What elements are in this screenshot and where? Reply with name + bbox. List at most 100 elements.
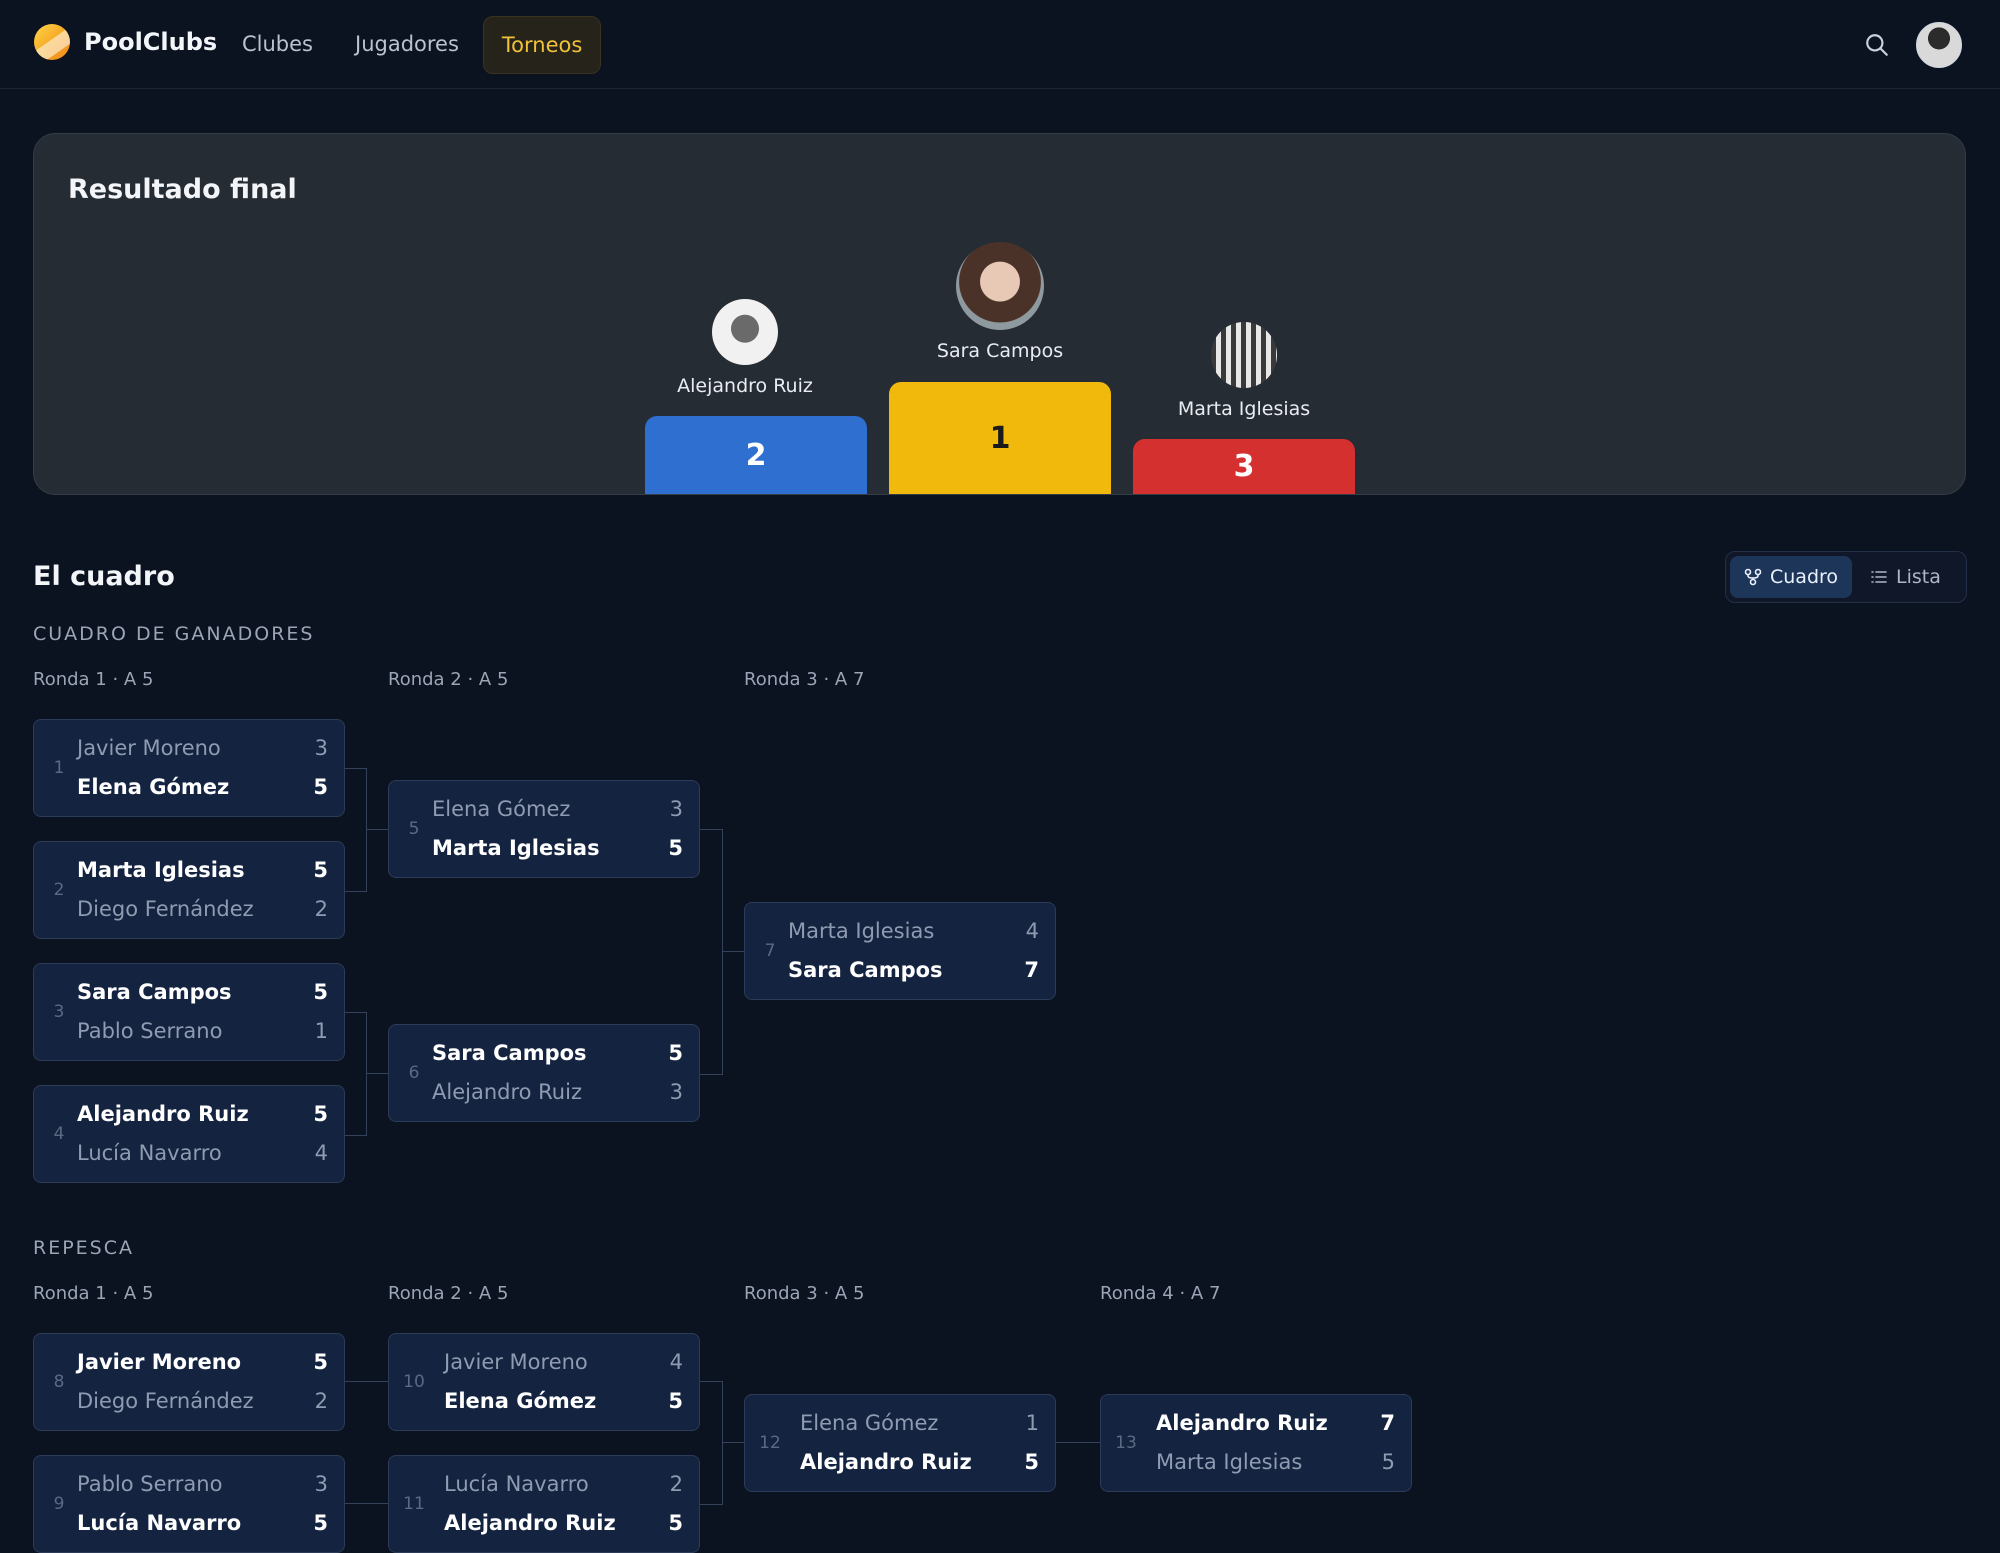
toggle-lista[interactable]: Lista bbox=[1856, 556, 1955, 598]
avatar[interactable] bbox=[1211, 322, 1277, 388]
match-card[interactable]: 6 Sara Campos 5 Alejandro Ruiz 3 bbox=[388, 1024, 700, 1122]
match-number: 4 bbox=[53, 1124, 65, 1144]
match-number: 3 bbox=[53, 1002, 65, 1022]
bracket-connector bbox=[366, 829, 388, 830]
match-card[interactable]: 4 Alejandro Ruiz 5 Lucía Navarro 4 bbox=[33, 1085, 345, 1183]
losers-round-label: Ronda 1 · A 5 bbox=[33, 1283, 154, 1304]
player-name: Pablo Serrano bbox=[77, 1019, 223, 1043]
brand[interactable]: PoolClubs bbox=[34, 24, 217, 60]
winners-bracket-label: CUADRO DE GANADORES bbox=[33, 623, 315, 645]
result-title: Resultado final bbox=[68, 174, 297, 205]
bracket-connector bbox=[1055, 1442, 1100, 1443]
match-card[interactable]: 9 Pablo Serrano 3 Lucía Navarro 5 bbox=[33, 1455, 345, 1553]
match-player-row: Pablo Serrano 3 bbox=[77, 1465, 328, 1503]
match-number: 13 bbox=[1115, 1433, 1137, 1453]
podium-first: Sara Campos bbox=[889, 242, 1111, 362]
match-number: 8 bbox=[53, 1372, 65, 1392]
podium-name-second: Alejandro Ruiz bbox=[677, 375, 813, 397]
bracket-connector bbox=[344, 768, 367, 892]
player-score: 5 bbox=[313, 1511, 328, 1535]
losers-round-label: Ronda 4 · A 7 bbox=[1100, 1283, 1221, 1304]
player-name: Elena Gómez bbox=[444, 1389, 597, 1413]
match-number: 5 bbox=[408, 819, 420, 839]
player-score: 2 bbox=[314, 897, 328, 921]
player-name: Elena Gómez bbox=[432, 797, 571, 821]
match-card[interactable]: 5 Elena Gómez 3 Marta Iglesias 5 bbox=[388, 780, 700, 878]
match-player-row: Marta Iglesias 4 bbox=[788, 912, 1039, 950]
match-card[interactable]: 3 Sara Campos 5 Pablo Serrano 1 bbox=[33, 963, 345, 1061]
player-name: Alejandro Ruiz bbox=[1156, 1411, 1328, 1435]
match-player-row: Sara Campos 5 bbox=[77, 973, 328, 1011]
match-number: 9 bbox=[53, 1494, 65, 1514]
avatar[interactable] bbox=[712, 299, 778, 365]
match-player-row: Pablo Serrano 1 bbox=[77, 1012, 328, 1050]
player-score: 4 bbox=[669, 1350, 683, 1374]
player-name: Elena Gómez bbox=[77, 775, 230, 799]
player-score: 5 bbox=[1381, 1450, 1395, 1474]
podium-second: Alejandro Ruiz bbox=[645, 299, 845, 397]
losers-bracket-label: REPESCA bbox=[33, 1237, 134, 1259]
podium-name-first: Sara Campos bbox=[936, 340, 1064, 362]
match-card[interactable]: 8 Javier Moreno 5 Diego Fernández 2 bbox=[33, 1333, 345, 1431]
nav-torneos[interactable]: Torneos bbox=[482, 16, 602, 74]
bracket-icon bbox=[1744, 568, 1762, 586]
avatar[interactable] bbox=[956, 242, 1044, 330]
nav-jugadores[interactable]: Jugadores bbox=[337, 16, 477, 72]
match-player-row: Marta Iglesias 5 bbox=[77, 851, 328, 889]
player-name: Elena Gómez bbox=[800, 1411, 939, 1435]
player-name: Sara Campos bbox=[432, 1041, 587, 1065]
nav-clubes[interactable]: Clubes bbox=[224, 16, 331, 72]
player-name: Lucía Navarro bbox=[444, 1472, 589, 1496]
match-player-row: Marta Iglesias 5 bbox=[1156, 1443, 1395, 1481]
losers-round-label: Ronda 2 · A 5 bbox=[388, 1283, 509, 1304]
match-player-row: Javier Moreno 3 bbox=[77, 729, 328, 767]
bracket-connector bbox=[366, 1073, 388, 1074]
player-name: Alejandro Ruiz bbox=[800, 1450, 972, 1474]
player-name: Lucía Navarro bbox=[77, 1511, 242, 1535]
player-name: Javier Moreno bbox=[77, 736, 221, 760]
match-card[interactable]: 11 Lucía Navarro 2 Alejandro Ruiz 5 bbox=[388, 1455, 700, 1553]
player-score: 5 bbox=[313, 858, 328, 882]
winners-round-label: Ronda 2 · A 5 bbox=[388, 669, 509, 690]
player-name: Sara Campos bbox=[77, 980, 232, 1004]
player-score: 2 bbox=[669, 1472, 683, 1496]
match-number: 2 bbox=[53, 880, 65, 900]
match-card[interactable]: 1 Javier Moreno 3 Elena Gómez 5 bbox=[33, 719, 345, 817]
player-score: 4 bbox=[1025, 919, 1039, 943]
toggle-cuadro[interactable]: Cuadro bbox=[1730, 556, 1853, 598]
losers-round-label: Ronda 3 · A 5 bbox=[744, 1283, 865, 1304]
player-score: 5 bbox=[668, 1511, 683, 1535]
match-card[interactable]: 13 Alejandro Ruiz 7 Marta Iglesias 5 bbox=[1100, 1394, 1412, 1492]
player-score: 5 bbox=[668, 1389, 683, 1413]
match-card[interactable]: 2 Marta Iglesias 5 Diego Fernández 2 bbox=[33, 841, 345, 939]
player-score: 5 bbox=[668, 836, 683, 860]
match-player-row: Diego Fernández 2 bbox=[77, 890, 328, 928]
bracket-title: El cuadro bbox=[33, 561, 175, 592]
match-player-row: Elena Gómez 5 bbox=[444, 1382, 683, 1420]
player-name: Alejandro Ruiz bbox=[432, 1080, 582, 1104]
match-card[interactable]: 7 Marta Iglesias 4 Sara Campos 7 bbox=[744, 902, 1056, 1000]
match-player-row: Alejandro Ruiz 3 bbox=[432, 1073, 683, 1111]
player-name: Javier Moreno bbox=[444, 1350, 588, 1374]
match-player-row: Sara Campos 7 bbox=[788, 951, 1039, 989]
match-player-row: Elena Gómez 5 bbox=[77, 768, 328, 806]
player-score: 5 bbox=[668, 1041, 683, 1065]
bracket-connector bbox=[344, 1381, 388, 1382]
pool-ball-logo-icon bbox=[34, 24, 70, 60]
player-name: Sara Campos bbox=[788, 958, 943, 982]
match-player-row: Lucía Navarro 2 bbox=[444, 1465, 683, 1503]
bracket-connector bbox=[700, 1381, 723, 1505]
search-icon[interactable] bbox=[1864, 32, 1890, 58]
player-score: 5 bbox=[313, 775, 328, 799]
player-score: 5 bbox=[313, 1102, 328, 1126]
player-score: 3 bbox=[669, 1080, 683, 1104]
match-player-row: Sara Campos 5 bbox=[432, 1034, 683, 1072]
top-nav-bar: PoolClubs Clubes Jugadores Torneos bbox=[0, 0, 2000, 89]
match-player-row: Alejandro Ruiz 5 bbox=[444, 1504, 683, 1542]
user-avatar[interactable] bbox=[1916, 22, 1962, 68]
bracket-connector bbox=[700, 829, 723, 1075]
bracket-connector bbox=[344, 1012, 367, 1136]
match-card[interactable]: 12 Elena Gómez 1 Alejandro Ruiz 5 bbox=[744, 1394, 1056, 1492]
match-player-row: Lucía Navarro 4 bbox=[77, 1134, 328, 1172]
match-card[interactable]: 10 Javier Moreno 4 Elena Gómez 5 bbox=[388, 1333, 700, 1431]
